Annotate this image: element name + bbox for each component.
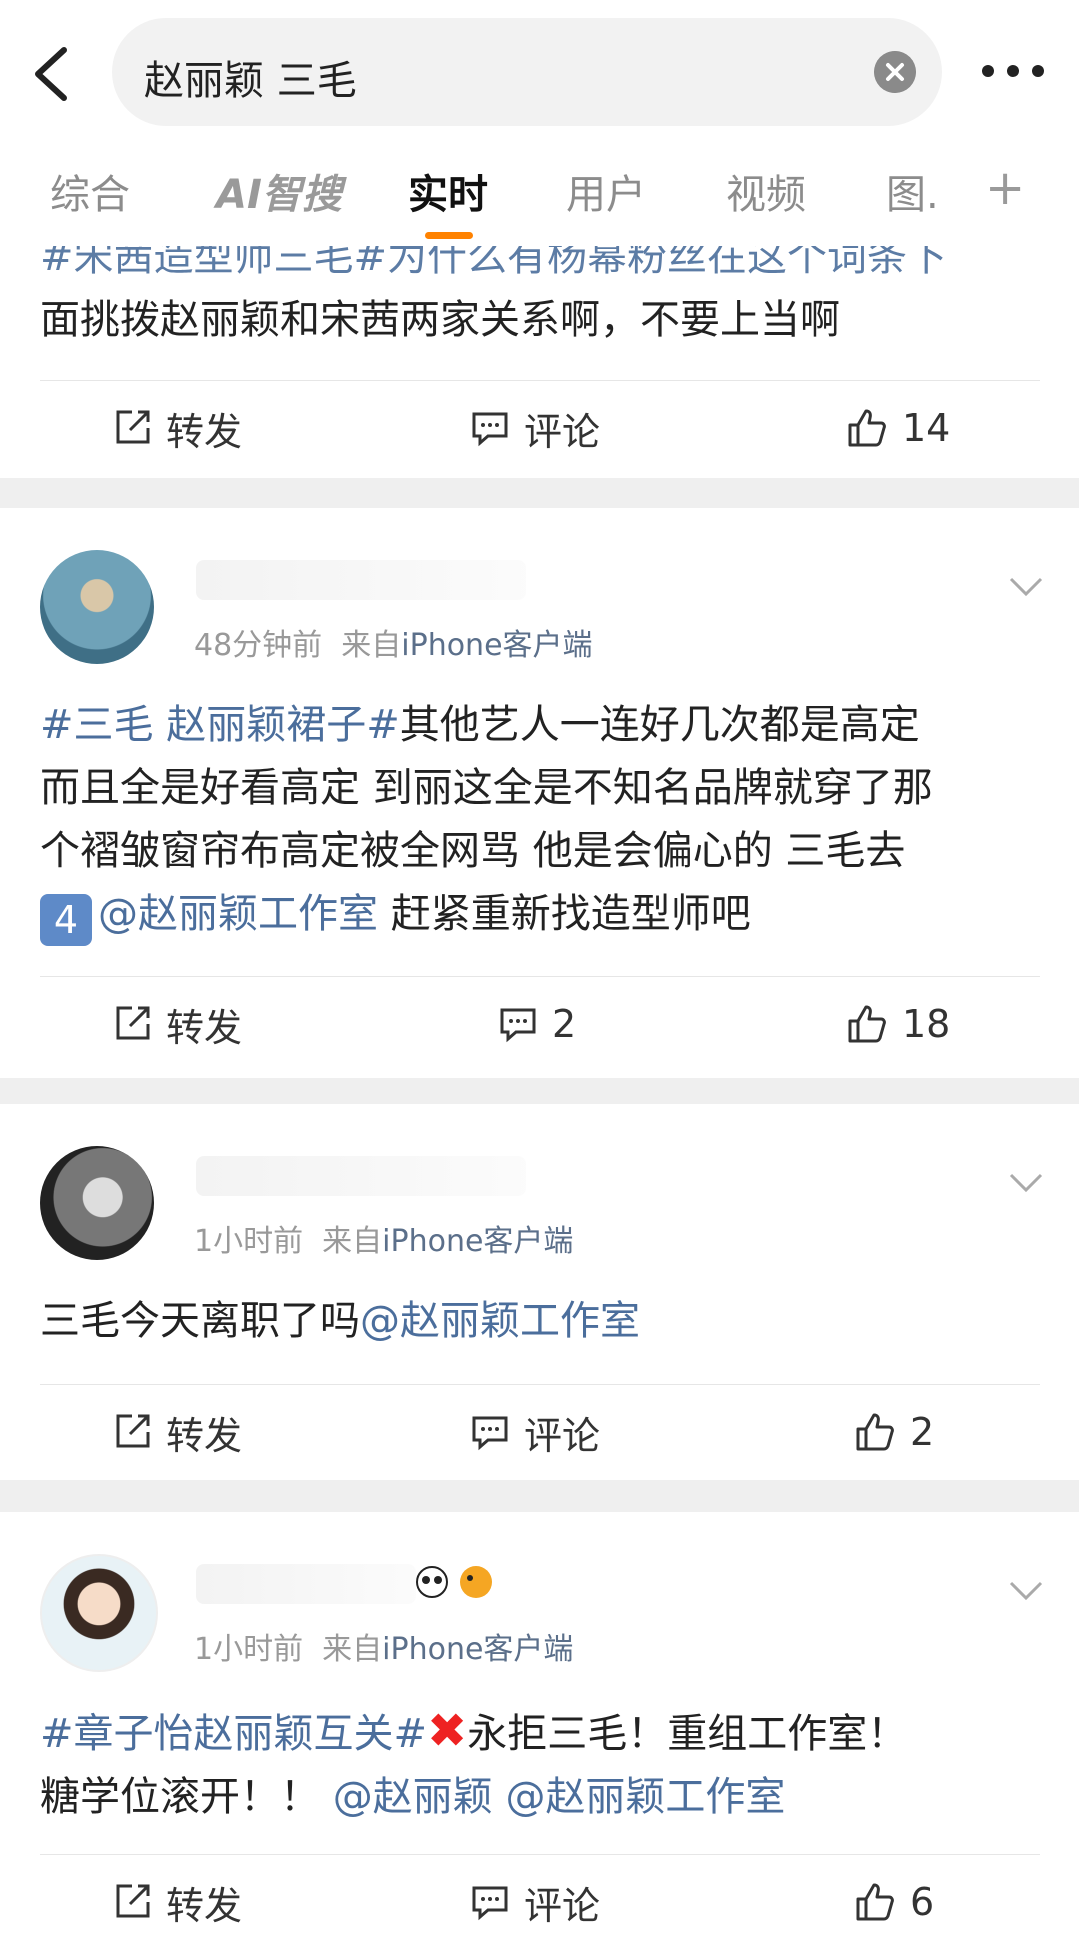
tab-images[interactable]: 图. bbox=[886, 162, 939, 220]
thumbs-up-icon bbox=[848, 409, 886, 447]
comment-icon bbox=[472, 1886, 508, 1921]
username-blurred[interactable] bbox=[196, 1156, 526, 1196]
chevron-down-icon[interactable] bbox=[1008, 576, 1044, 598]
thumbs-up-icon bbox=[848, 1005, 886, 1043]
clear-icon[interactable] bbox=[874, 51, 916, 93]
mention-link[interactable]: @赵丽颖工作室 bbox=[505, 1774, 785, 1820]
comment-icon bbox=[472, 412, 508, 447]
search-box[interactable]: 赵丽颖 三毛 bbox=[112, 18, 942, 126]
thumbs-up-icon bbox=[856, 1413, 894, 1451]
add-tab-icon[interactable]: + bbox=[985, 160, 1025, 216]
search-header: 赵丽颖 三毛 综合 AI智搜 实时 用户 视频 图. + bbox=[0, 0, 1079, 246]
like-button[interactable]: 2 bbox=[854, 1402, 934, 1462]
more-icon[interactable] bbox=[978, 56, 1048, 86]
comment-button[interactable]: 评论 bbox=[470, 1402, 600, 1462]
emoji-panda-pufferfish-icon bbox=[416, 1566, 492, 1598]
mention-link[interactable]: @赵丽颖工作室 bbox=[98, 891, 378, 937]
tab-realtime[interactable]: 实时 bbox=[408, 162, 488, 220]
tab-ai-search[interactable]: AI智搜 bbox=[216, 162, 342, 220]
keycap-number-icon: 4 bbox=[40, 894, 92, 946]
tab-users[interactable]: 用户 bbox=[566, 162, 646, 220]
comment-icon bbox=[472, 1416, 508, 1451]
comment-icon bbox=[500, 1008, 536, 1043]
active-tab-indicator bbox=[425, 232, 473, 239]
post-meta: 1小时前 来自iPhone客户端 bbox=[194, 1224, 574, 1259]
chevron-down-icon[interactable] bbox=[1008, 1580, 1044, 1602]
tab-bar: 综合 AI智搜 实时 用户 视频 图. + bbox=[0, 150, 1079, 240]
post-text: #章子怡赵丽颖互关#✖永拒三毛！重组工作室！ 糖学位滚开！！ @赵丽颖 @赵丽颖… bbox=[40, 1703, 908, 1820]
post-card: 1小时前 来自iPhone客户端 #章子怡赵丽颖互关#✖永拒三毛！重组工作室！ … bbox=[0, 1512, 1079, 1938]
repost-button[interactable]: 转发 bbox=[112, 1402, 242, 1462]
divider bbox=[40, 976, 1040, 977]
divider bbox=[40, 380, 1040, 381]
avatar[interactable] bbox=[40, 1554, 158, 1672]
username-blurred[interactable] bbox=[196, 1564, 416, 1604]
post-text: 三毛今天离职了吗@赵丽颖工作室 bbox=[40, 1298, 640, 1344]
like-button[interactable]: 18 bbox=[846, 994, 950, 1054]
post-card: 48分钟前 来自iPhone客户端 #三毛 赵丽颖裙子#其他艺人一连好几次都是高… bbox=[0, 508, 1079, 1078]
like-button[interactable]: 6 bbox=[854, 1872, 934, 1932]
thumbs-up-icon bbox=[856, 1883, 894, 1921]
share-icon bbox=[116, 410, 150, 444]
like-button[interactable]: 14 bbox=[846, 398, 950, 458]
comment-button[interactable]: 评论 bbox=[470, 1872, 600, 1932]
chevron-down-icon[interactable] bbox=[1008, 1172, 1044, 1194]
share-icon bbox=[116, 1884, 150, 1918]
post-meta: 1小时前 来自iPhone客户端 bbox=[194, 1632, 574, 1667]
share-icon bbox=[116, 1414, 150, 1448]
comment-button[interactable]: 2 bbox=[498, 994, 576, 1054]
post-text: #三毛 赵丽颖裙子#其他艺人一连好几次都是高定 而且全是好看高定 到丽这全是不知… bbox=[40, 694, 1050, 946]
red-cross-icon: ✖ bbox=[427, 1703, 468, 1759]
repost-button[interactable]: 转发 bbox=[112, 1872, 242, 1932]
post-meta: 48分钟前 来自iPhone客户端 bbox=[194, 628, 593, 663]
avatar[interactable] bbox=[40, 1146, 154, 1260]
topic-tag[interactable]: #三毛 赵丽颖裙子# bbox=[40, 702, 400, 748]
comment-button[interactable]: 评论 bbox=[470, 398, 600, 458]
repost-button[interactable]: 转发 bbox=[112, 994, 242, 1054]
mention-link[interactable]: @赵丽颖 bbox=[333, 1774, 493, 1820]
tab-comprehensive[interactable]: 综合 bbox=[50, 162, 130, 220]
divider bbox=[40, 1854, 1040, 1855]
divider bbox=[40, 1384, 1040, 1385]
back-icon[interactable] bbox=[28, 44, 78, 104]
mention-link[interactable]: @赵丽颖工作室 bbox=[360, 1298, 640, 1344]
tab-video[interactable]: 视频 bbox=[726, 162, 806, 220]
search-input[interactable]: 赵丽颖 三毛 bbox=[144, 48, 357, 106]
repost-button[interactable]: 转发 bbox=[112, 398, 242, 458]
post-card: 1小时前 来自iPhone客户端 三毛今天离职了吗@赵丽颖工作室 转发 评论 2 bbox=[0, 1104, 1079, 1480]
topic-tag[interactable]: #章子怡赵丽颖互关# bbox=[40, 1711, 427, 1757]
share-icon bbox=[116, 1006, 150, 1040]
avatar[interactable] bbox=[40, 550, 154, 664]
username-blurred[interactable] bbox=[196, 560, 526, 600]
